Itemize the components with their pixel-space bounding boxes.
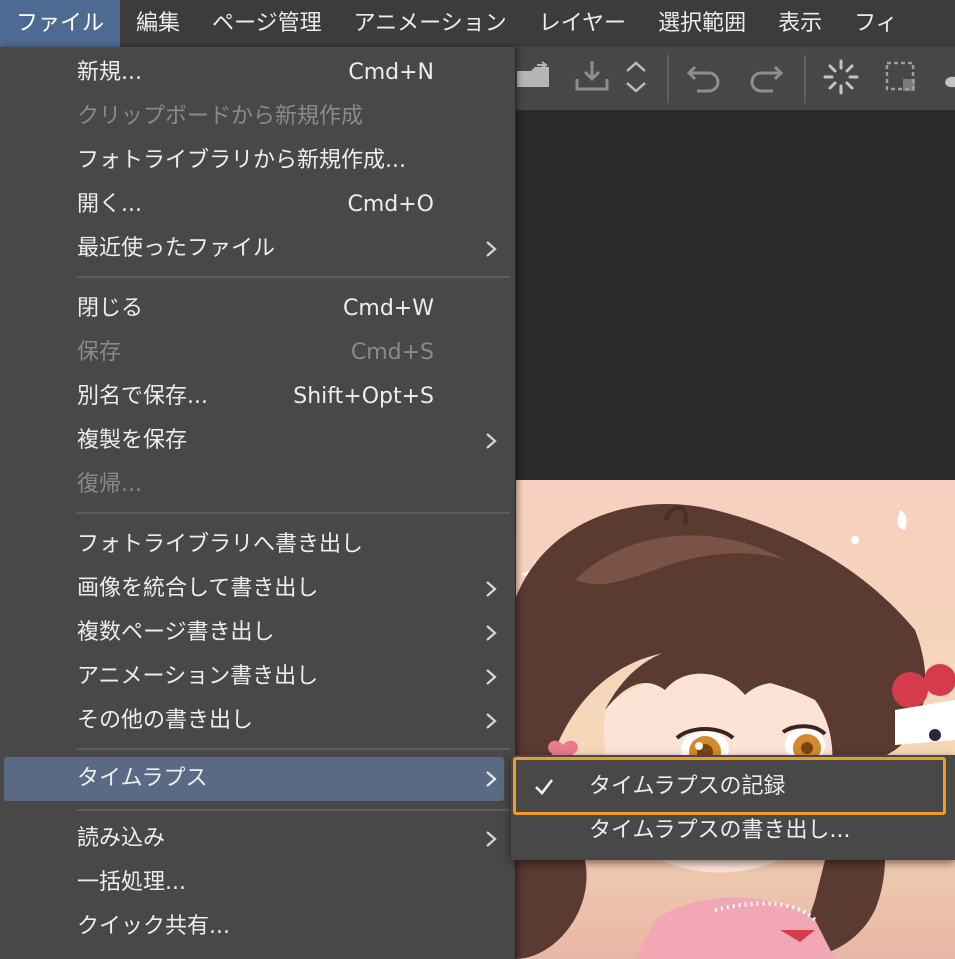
menu-item-label: クイック共有... (77, 914, 230, 939)
menu-item-label: 最近使ったファイル (77, 236, 276, 261)
menu-item-label: アニメーション書き出し (77, 664, 319, 689)
menu-item-shortcut: Shift+Opt+S (293, 384, 434, 409)
menu-item-save-as[interactable]: 別名で保存... Shift+Opt+S (4, 375, 504, 419)
menu-bar: ファイル 編集 ページ管理 アニメーション レイヤー 選択範囲 表示 フィ (0, 0, 955, 47)
select-all-icon[interactable] (881, 57, 921, 97)
menu-item-label: 新規... (77, 60, 142, 85)
menu-item-shortcut: Cmd+W (343, 296, 434, 321)
menu-animation[interactable]: アニメーション (338, 0, 523, 47)
menu-item-timelapse[interactable]: タイムラプス (4, 757, 504, 801)
brush-icon[interactable] (937, 57, 955, 97)
up-down-icon[interactable] (621, 57, 651, 97)
menu-item-new-from-clipboard: クリップボードから新規作成 (4, 95, 504, 139)
menu-item-label: クリップボードから新規作成 (77, 104, 364, 129)
menu-item-save-copy[interactable]: 複製を保存 (4, 419, 504, 463)
menu-layer[interactable]: レイヤー (523, 0, 642, 47)
open-folder-icon[interactable] (515, 57, 555, 97)
menu-item-export-animation[interactable]: アニメーション書き出し (4, 655, 504, 699)
menu-item-new[interactable]: 新規... Cmd+N (4, 51, 504, 95)
chevron-right-icon (486, 713, 497, 729)
chevron-right-icon (486, 669, 497, 685)
menu-item-shortcut: Cmd+N (348, 60, 434, 85)
menu-item-batch-process[interactable]: 一括処理... (4, 861, 504, 905)
chevron-right-icon (486, 433, 497, 449)
menu-filter[interactable]: フィ (838, 0, 914, 47)
toolbar (515, 47, 955, 110)
toolbar-separator (667, 55, 669, 103)
menu-item-label: 保存 (77, 340, 122, 365)
menu-item-save: 保存 Cmd+S (4, 331, 504, 375)
menu-separator (76, 512, 510, 514)
menu-item-recent-files[interactable]: 最近使ったファイル (4, 227, 504, 271)
menu-item-close[interactable]: 閉じる Cmd+W (4, 287, 504, 331)
menu-item-export-single-layer[interactable]: 画像を統合して書き出し (4, 567, 504, 611)
chevron-right-icon (486, 625, 497, 641)
menu-item-export-multiple-pages[interactable]: 複数ページ書き出し (4, 611, 504, 655)
menu-item-import[interactable]: 読み込み (4, 817, 504, 861)
menu-item-revert: 復帰... (4, 463, 504, 507)
menu-separator (76, 809, 510, 811)
file-menu: 新規... Cmd+N クリップボードから新規作成 フォトライブラリから新規作成… (0, 47, 516, 959)
menu-item-other-export[interactable]: その他の書き出し (4, 699, 504, 743)
menu-item-label: 読み込み (77, 826, 166, 851)
menu-item-label: 一括処理... (77, 870, 186, 895)
chevron-right-icon (486, 581, 497, 597)
menu-item-shortcut: Cmd+S (350, 340, 434, 365)
menu-item-quick-share[interactable]: クイック共有... (4, 905, 504, 949)
toolbar-separator (804, 55, 806, 103)
redo-icon[interactable] (745, 57, 785, 97)
menu-page-management[interactable]: ページ管理 (196, 0, 338, 47)
menu-edit[interactable]: 編集 (120, 0, 196, 47)
menu-separator (76, 276, 510, 278)
undo-icon[interactable] (685, 57, 725, 97)
canvas-artwork[interactable] (515, 480, 955, 959)
menu-item-label: 開く... (77, 192, 142, 217)
menu-selection[interactable]: 選択範囲 (642, 0, 762, 47)
menu-item-new-from-photo-library[interactable]: フォトライブラリから新規作成... (4, 139, 504, 183)
menu-item-label: フォトライブラリから新規作成... (77, 148, 406, 173)
menu-item-label: 別名で保存... (77, 384, 208, 409)
loading-icon[interactable] (821, 57, 861, 97)
menu-item-label: 画像を統合して書き出し (77, 576, 319, 601)
menu-item-label: 複数ページ書き出し (77, 620, 275, 645)
menu-item-label: 閉じる (77, 296, 144, 321)
menu-item-label: タイムラプス (77, 766, 208, 791)
menu-view[interactable]: 表示 (762, 0, 838, 47)
menu-item-label: その他の書き出し (77, 708, 254, 733)
canvas-workspace (515, 110, 955, 480)
chevron-right-icon (486, 831, 497, 847)
submenu-item-label: タイムラプスの書き出し... (589, 818, 851, 843)
chevron-right-icon (486, 241, 497, 257)
export-icon[interactable] (572, 57, 612, 97)
submenu-item-export-timelapse[interactable]: タイムラプスの書き出し... (511, 809, 955, 853)
menu-file[interactable]: ファイル (0, 0, 121, 47)
annotation-highlight-box (513, 757, 946, 815)
menu-item-label: 復帰... (77, 472, 142, 497)
menu-item-export-photo-library[interactable]: フォトライブラリへ書き出し (4, 523, 504, 567)
menu-item-shortcut: Cmd+O (347, 192, 434, 217)
chevron-right-icon (486, 771, 497, 787)
menu-item-label: フォトライブラリへ書き出し (77, 532, 364, 557)
menu-separator (76, 748, 510, 750)
menu-item-open[interactable]: 開く... Cmd+O (4, 183, 504, 227)
menu-item-label: 複製を保存 (77, 428, 188, 453)
